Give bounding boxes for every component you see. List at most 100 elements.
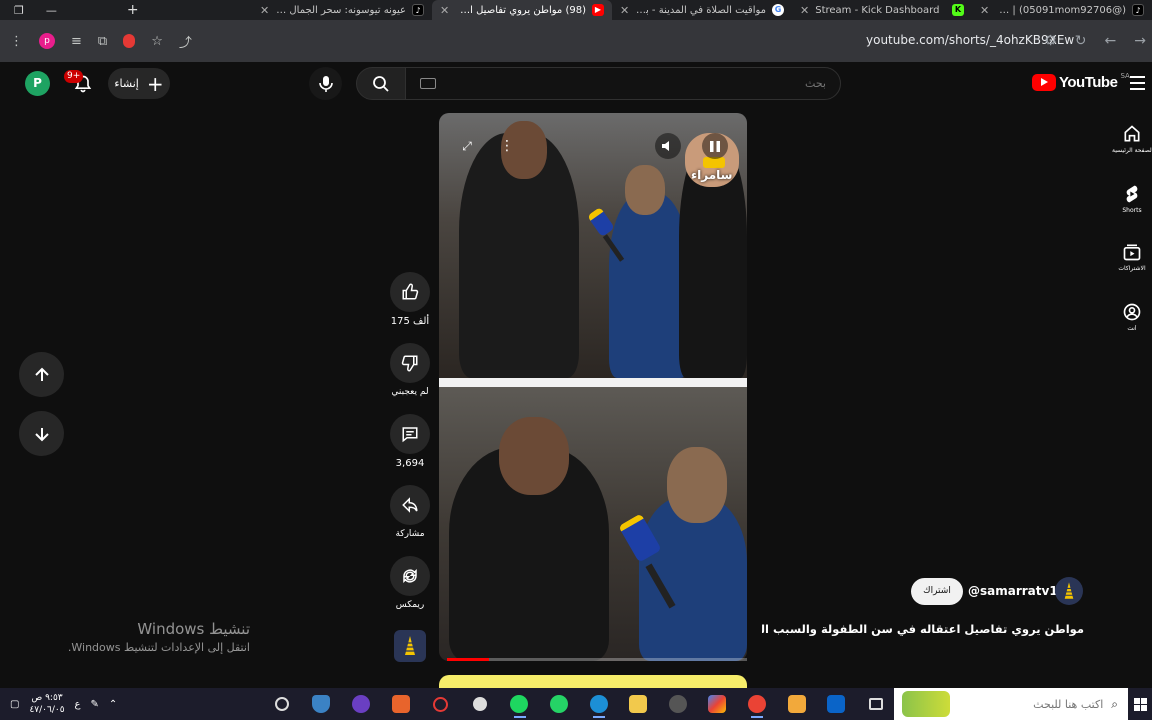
guide-item-you[interactable]: أنت: [1112, 302, 1152, 332]
browser-tab-kick[interactable]: ✕ Stream - Kick Dashboard K: [792, 0, 972, 20]
share-page-icon[interactable]: ⤴: [179, 32, 192, 51]
outlook-app-icon[interactable]: [816, 688, 856, 720]
youtube-logo[interactable]: YouTube SA: [1032, 72, 1130, 91]
restore-icon[interactable]: ❐: [14, 4, 24, 17]
chrome-canary-app-icon[interactable]: [658, 688, 698, 720]
notifications-badge: 9+: [64, 70, 84, 83]
volume-icon[interactable]: [655, 133, 681, 159]
remix-action: ريمكس: [388, 556, 432, 610]
windows-logo-icon: [1133, 697, 1147, 711]
voice-search-button[interactable]: [309, 67, 342, 100]
system-tray: ▢ ٩:٥٣ ص ٤٧/٠٦/٠٥ ع ✎ ⌃: [10, 688, 117, 720]
profile-avatar[interactable]: p: [39, 33, 55, 49]
create-button[interactable]: إنشاء +: [108, 68, 170, 99]
forward-icon[interactable]: ←: [1105, 33, 1117, 49]
activation-heading: تنشيط Windows: [137, 620, 250, 638]
site-settings-icon[interactable]: ⚙: [1044, 33, 1057, 49]
browser-tab-youtube-active[interactable]: ✕ (98) مواطن يروي تفاصيل اعت ▶: [432, 0, 612, 20]
thumbs-down-icon: [401, 355, 418, 372]
share-button[interactable]: [390, 485, 430, 525]
reload-icon[interactable]: ↻: [1075, 33, 1087, 49]
tab-title: (@05091mom92706) | TikTok: [995, 4, 1126, 16]
video-progress-bar[interactable]: [447, 658, 747, 661]
taskbar-search-input[interactable]: [953, 697, 1104, 711]
mirror-app-icon[interactable]: [341, 688, 381, 720]
microsoft-store-app-icon[interactable]: [777, 688, 817, 720]
logo-text: YouTube: [1059, 74, 1118, 91]
taskbar-search[interactable]: ⌕: [894, 688, 1128, 720]
search-button[interactable]: [356, 67, 406, 100]
channel-handle[interactable]: @samarratv1: [968, 584, 1058, 598]
browser-toolbar-left: ⋮ p ≡ ⧉ ☆ ⤴: [10, 20, 192, 62]
subscribe-button[interactable]: اشتراك: [911, 578, 963, 605]
tab-close-icon[interactable]: ✕: [980, 4, 989, 17]
comments-button[interactable]: [390, 414, 430, 454]
browser-tab-tiktok-profile[interactable]: ✕ (@05091mom92706) | TikTok ♪: [972, 0, 1152, 20]
camera-app-icon[interactable]: [262, 688, 302, 720]
channel-sound-thumbnail[interactable]: [394, 630, 426, 662]
tab-close-icon[interactable]: ✕: [260, 4, 269, 17]
reading-list-icon[interactable]: ≡: [71, 34, 82, 49]
extension-red-icon[interactable]: [123, 34, 136, 48]
whatsapp-app-icon[interactable]: [539, 688, 579, 720]
account-avatar[interactable]: P: [25, 71, 50, 96]
video-title[interactable]: مواطن يروي تفاصيل اعتقاله في سن الطفولة …: [762, 622, 1084, 636]
previous-short-button[interactable]: [19, 352, 64, 397]
taskbar-clock[interactable]: ٩:٥٣ ص ٤٧/٠٦/٠٥: [29, 692, 64, 716]
guide-item-home[interactable]: الصفحة الرئيسية: [1112, 124, 1152, 154]
more-options-icon[interactable]: ⋮: [494, 133, 520, 159]
edge-app-icon[interactable]: [579, 688, 619, 720]
back-icon[interactable]: →: [1134, 33, 1146, 49]
tab-close-icon[interactable]: ✕: [440, 4, 449, 17]
new-tab-icon[interactable]: +: [127, 2, 139, 18]
pause-icon[interactable]: [702, 133, 728, 159]
task-view-icon[interactable]: [856, 688, 896, 720]
input-language[interactable]: ع: [75, 699, 81, 710]
tab-title: Stream - Kick Dashboard: [815, 4, 940, 16]
menu-dots-icon[interactable]: ⋮: [10, 34, 23, 49]
guide-item-subscriptions[interactable]: الاشتراكات: [1112, 242, 1152, 272]
next-short-button[interactable]: [19, 411, 64, 456]
fullscreen-icon[interactable]: ⤢: [454, 133, 480, 159]
comment-icon: [402, 427, 418, 443]
interviewee-head: [499, 417, 569, 495]
dislike-button[interactable]: [390, 343, 430, 383]
browser-tab-tiktok-video[interactable]: ✕ عيونه تيوسونه: سحر الجمال والرو ♪: [252, 0, 432, 20]
tab-title: مواقيت الصلاة في المدينة - بحث: [635, 4, 766, 16]
tab-close-icon[interactable]: ✕: [800, 4, 809, 17]
spotify-app-icon[interactable]: [500, 688, 540, 720]
samarra-lamp-icon: [1064, 582, 1074, 599]
next-short-preview[interactable]: [439, 675, 747, 689]
share-action: مشاركة: [388, 485, 432, 539]
copilot-app-icon[interactable]: [698, 688, 738, 720]
tab-close-icon[interactable]: ✕: [620, 4, 629, 17]
clock-time: ٩:٥٣ ص: [31, 693, 63, 703]
browser-nav-buttons: ⚙ ↻ ← →: [1044, 20, 1152, 62]
search-input[interactable]: [406, 68, 840, 99]
bookmark-star-icon[interactable]: ☆: [151, 34, 163, 49]
clock-date: ٤٧/٠٦/٠٥: [29, 705, 65, 715]
remix-button[interactable]: [390, 556, 430, 596]
ps-app-icon[interactable]: [381, 688, 421, 720]
keyboard-icon[interactable]: [420, 78, 436, 89]
minimize-icon[interactable]: —: [46, 4, 57, 17]
browser-tab-prayer-times[interactable]: ✕ مواقيت الصلاة في المدينة - بحث G: [612, 0, 792, 20]
notification-center-icon[interactable]: ▢: [10, 699, 19, 710]
like-button[interactable]: [390, 272, 430, 312]
obs-app-icon[interactable]: [460, 688, 500, 720]
start-button[interactable]: [1128, 688, 1152, 720]
extensions-icon[interactable]: ⧉: [98, 34, 107, 49]
you-icon: [1123, 303, 1141, 321]
guide-menu-icon[interactable]: [1130, 76, 1145, 90]
settings-app-icon[interactable]: [420, 688, 460, 720]
chrome-app-icon[interactable]: [737, 688, 777, 720]
channel-avatar[interactable]: [1055, 577, 1083, 605]
url-text[interactable]: youtube.com/shorts/_4ohzKB9XEw: [866, 33, 1074, 47]
pen-icon[interactable]: ✎: [91, 699, 99, 710]
tray-overflow-chevron-icon[interactable]: ⌃: [109, 699, 117, 710]
guide-item-shorts[interactable]: Shorts: [1112, 184, 1152, 214]
security-app-icon[interactable]: [302, 688, 342, 720]
shorts-video-player[interactable]: سامراء ⤢ ⋮: [439, 113, 747, 661]
file-explorer-app-icon[interactable]: [618, 688, 658, 720]
search-icon: ⌕: [1111, 696, 1118, 711]
